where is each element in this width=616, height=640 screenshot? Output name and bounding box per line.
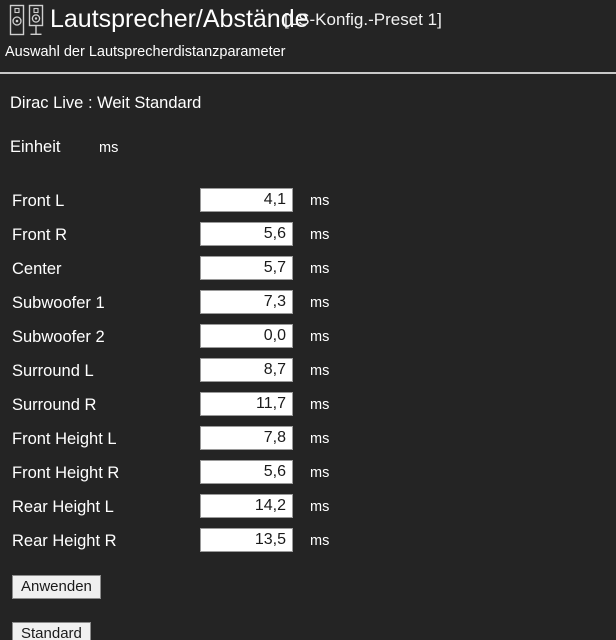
channel-unit: ms	[310, 397, 330, 413]
apply-button[interactable]: Anwenden	[12, 575, 101, 599]
channel-label: Subwoofer 1	[12, 294, 105, 312]
channel-label: Front Height R	[12, 464, 120, 482]
channel-row: Front L ms	[0, 188, 616, 222]
channel-label: Front Height L	[12, 430, 117, 448]
preset-label: [LS-Konfig.-Preset 1]	[284, 10, 442, 29]
channel-distance-input[interactable]	[200, 426, 293, 450]
channel-row: Subwoofer 2 ms	[0, 324, 616, 358]
page-title: Lautsprecher/Abstände	[50, 5, 309, 33]
channel-label: Subwoofer 2	[12, 328, 105, 346]
channel-row: Front Height R ms	[0, 460, 616, 494]
channel-unit: ms	[310, 363, 330, 379]
channel-label: Rear Height R	[12, 532, 117, 550]
channel-distance-input[interactable]	[200, 392, 293, 416]
channel-unit: ms	[310, 499, 330, 515]
channel-unit: ms	[310, 193, 330, 209]
channel-row: Surround L ms	[0, 358, 616, 392]
channel-row: Subwoofer 1 ms	[0, 290, 616, 324]
page-subtitle: Auswahl der Lautsprecherdistanzparameter	[5, 44, 286, 60]
channel-label: Surround R	[12, 396, 97, 414]
channel-row: Center ms	[0, 256, 616, 290]
channel-distance-input[interactable]	[200, 256, 293, 280]
unit-value: ms	[99, 140, 119, 156]
channel-label: Front L	[12, 192, 65, 210]
channel-row: Rear Height L ms	[0, 494, 616, 528]
unit-row: Einheit ms	[0, 136, 616, 158]
channel-row: Front Height L ms	[0, 426, 616, 460]
channel-distance-input[interactable]	[200, 528, 293, 552]
default-button[interactable]: Standard	[12, 622, 91, 640]
channel-unit: ms	[310, 329, 330, 345]
dirac-live-status: Dirac Live : Weit Standard	[10, 94, 202, 112]
channel-label: Rear Height L	[12, 498, 114, 516]
channel-distance-input[interactable]	[200, 324, 293, 348]
channel-unit: ms	[310, 431, 330, 447]
channel-unit: ms	[310, 295, 330, 311]
channel-row: Rear Height R ms	[0, 528, 616, 562]
channel-unit: ms	[310, 465, 330, 481]
channel-label: Front R	[12, 226, 68, 244]
channel-distance-list: Front LmsFront RmsCentermsSubwoofer 1msS…	[0, 188, 616, 562]
channel-distance-input[interactable]	[200, 188, 293, 212]
channel-distance-input[interactable]	[200, 222, 293, 246]
channel-unit: ms	[310, 227, 330, 243]
channel-label: Center	[12, 260, 62, 278]
channel-distance-input[interactable]	[200, 290, 293, 314]
channel-distance-input[interactable]	[200, 358, 293, 382]
channel-row: Front R ms	[0, 222, 616, 256]
channel-row: Surround R ms	[0, 392, 616, 426]
channel-distance-input[interactable]	[200, 460, 293, 484]
header-divider	[0, 72, 616, 74]
unit-label: Einheit	[10, 138, 61, 156]
channel-unit: ms	[310, 533, 330, 549]
channel-distance-input[interactable]	[200, 494, 293, 518]
channel-label: Surround L	[12, 362, 94, 380]
speaker-distance-screen: Lautsprecher/Abstände [LS-Konfig.-Preset…	[0, 0, 616, 640]
channel-unit: ms	[310, 261, 330, 277]
speaker-pair-icon	[8, 3, 46, 39]
page-header: Lautsprecher/Abstände [LS-Konfig.-Preset…	[0, 0, 616, 74]
